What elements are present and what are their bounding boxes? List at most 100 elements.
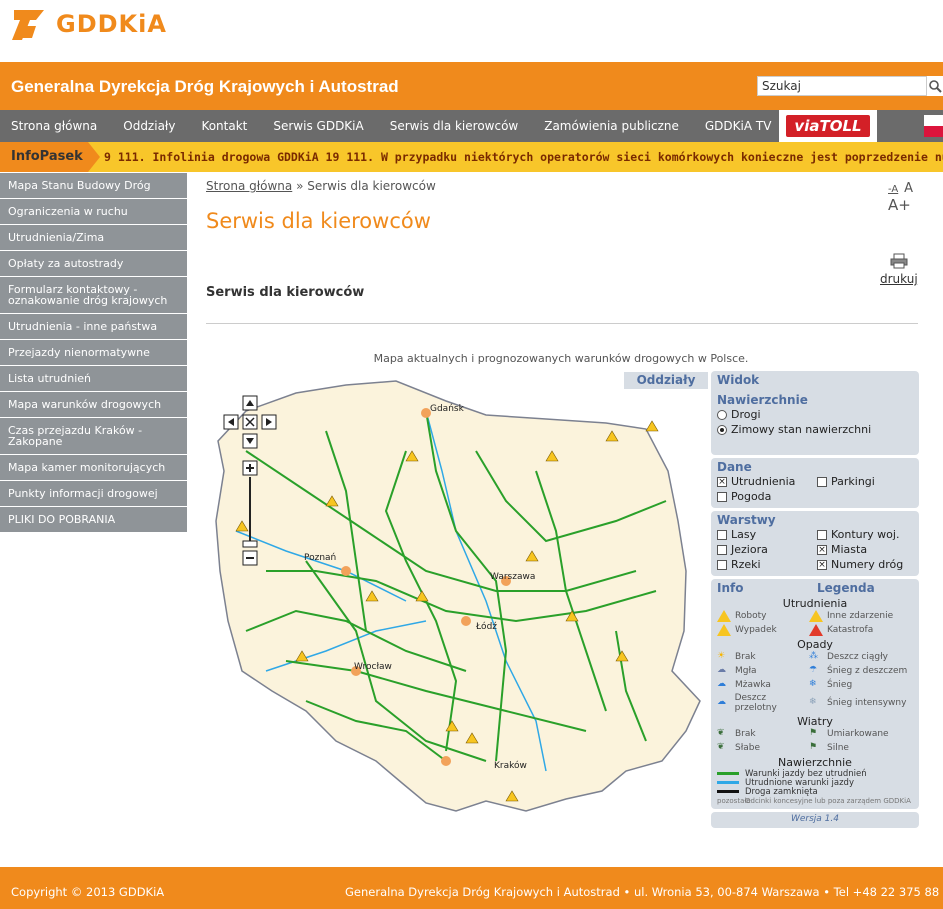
legend-surface-title: Nawierzchnie xyxy=(778,756,852,769)
city-wroclaw: Wrocław xyxy=(354,662,392,672)
sidebar-item-disruption-list[interactable]: Lista utrudnień xyxy=(0,366,187,392)
disaster-icon xyxy=(809,624,823,636)
search-button[interactable] xyxy=(927,76,943,96)
sidebar-item-other-countries[interactable]: Utrudnienia - inne państwa xyxy=(0,314,187,340)
nav-item-home[interactable]: Strona główna xyxy=(0,119,112,133)
viatoll-banner[interactable]: viaTOLL xyxy=(779,110,877,142)
legend-accident: Wypadek xyxy=(717,624,809,636)
legend-section: Info Legenda Utrudnienia Roboty Inne zda… xyxy=(711,579,919,809)
no-wind-icon: ❦ xyxy=(717,728,725,738)
sidebar-item-downloads[interactable]: PLIKI DO POBRANIA xyxy=(0,507,187,533)
info-ticker-label: InfoPasek xyxy=(0,142,100,172)
gddkia-logo[interactable]: GDDKiA xyxy=(10,6,167,42)
checkbox-road-numbers[interactable]: × Numery dróg xyxy=(817,557,917,572)
radio-roads[interactable]: Drogi xyxy=(717,407,913,422)
tab-view[interactable]: Widok xyxy=(717,373,913,387)
roadworks-icon xyxy=(717,610,731,622)
checkbox-lakes[interactable]: Jeziora xyxy=(717,542,817,557)
legend-rain: ⁂ Deszcz ciągły xyxy=(809,651,888,662)
version-box: Wersja 1.4 xyxy=(711,812,919,828)
legend-moderate-wind: ⚑ Umiarkowane xyxy=(809,728,889,739)
sun-icon: ☀ xyxy=(717,651,726,661)
legend-no-precip: ☀ Brak xyxy=(717,651,756,662)
drizzle-icon: ☁ xyxy=(717,679,726,689)
road-map[interactable]: Gdańsk Poznań Warszawa Łódź Wrocław Krak… xyxy=(206,371,708,851)
sleet-icon: ☂ xyxy=(809,665,818,675)
divider xyxy=(206,323,918,324)
view-section: Widok Nawierzchnie Drogi Zimowy stan naw… xyxy=(711,371,919,455)
city-gdansk: Gdańsk xyxy=(430,404,465,414)
nav-item-branches[interactable]: Oddziały xyxy=(112,119,190,133)
city-lodz: Łódź xyxy=(475,621,497,632)
legend-other-event: Inne zdarzenie xyxy=(809,610,913,622)
poland-outline xyxy=(215,380,701,812)
sidebar-item-krakow-zakopane[interactable]: Czas przejazdu Kraków - Zakopane xyxy=(0,418,187,455)
light-wind-icon: ❦ xyxy=(717,742,725,752)
poland-map[interactable]: Gdańsk Poznań Warszawa Łódź Wrocław Krak… xyxy=(206,371,708,851)
sidebar-item-construction-map[interactable]: Mapa Stanu Budowy Dróg xyxy=(0,173,187,199)
font-size-normal[interactable]: A xyxy=(904,181,913,196)
checkbox-rivers[interactable]: Rzeki xyxy=(717,557,817,572)
checkbox-cities[interactable]: × Miasta xyxy=(817,542,917,557)
sidebar-item-tolls[interactable]: Opłaty za autostrady xyxy=(0,251,187,277)
print-label: drukuj xyxy=(880,272,918,286)
legend-heavy-snow: ❄ Śnieg intensywny xyxy=(809,697,907,708)
font-size-controls: -A A A+ xyxy=(888,181,943,214)
sidebar-item-winter[interactable]: Utrudnienia/Zima xyxy=(0,225,187,251)
checkbox-parking[interactable]: Parkingi xyxy=(817,474,917,489)
rain-icon: ⁂ xyxy=(809,651,818,661)
print-button[interactable]: drukuj xyxy=(880,253,918,286)
font-size-small[interactable]: -A xyxy=(888,184,898,195)
footer-copyright: Copyright © 2013 GDDKiA xyxy=(11,885,165,899)
logo-text: GDDKiA xyxy=(56,10,167,38)
viatoll-logo: viaTOLL xyxy=(786,115,870,137)
heavy-snow-icon: ❄ xyxy=(809,697,817,707)
legend-fog: ☁ Mgła xyxy=(717,665,757,676)
logo-icon xyxy=(12,10,44,40)
font-size-large[interactable]: A+ xyxy=(888,196,911,214)
site-footer: Copyright © 2013 GDDKiA Generalna Dyrekc… xyxy=(0,867,943,909)
legend-road-closed: Droga zamknięta xyxy=(717,787,913,797)
legend-no-wind: ❦ Brak xyxy=(717,728,756,739)
legend-strong-wind: ⚑ Silne xyxy=(809,742,849,753)
legend-precipitation-title: Opady xyxy=(797,638,833,651)
nav-item-gddkia-service[interactable]: Serwis GDDKiA xyxy=(262,119,378,133)
checkbox-province-borders[interactable]: Kontury woj. xyxy=(817,527,917,542)
breadcrumb-home[interactable]: Strona główna xyxy=(206,179,292,193)
site-title: Generalna Dyrekcja Dróg Krajowych i Auto… xyxy=(11,77,399,96)
tab-info[interactable]: Info xyxy=(717,581,817,595)
radio-winter-surface[interactable]: Zimowy stan nawierzchni xyxy=(717,422,913,437)
polish-flag-icon[interactable] xyxy=(924,115,943,137)
legend-showers: ☁ Deszcz przelotny xyxy=(717,693,777,713)
sidebar-item-contact-form[interactable]: Formularz kontaktowy - oznakowanie dróg … xyxy=(0,277,187,314)
nav-item-public-procurement[interactable]: Zamówienia publiczne xyxy=(533,119,694,133)
legend-disaster: Katastrofa xyxy=(809,624,913,636)
legend-roadworks: Roboty xyxy=(717,610,809,622)
nav-item-contact[interactable]: Kontakt xyxy=(190,119,262,133)
checkbox-forests[interactable]: Lasy xyxy=(717,527,817,542)
sidebar-item-road-conditions-map[interactable]: Mapa warunków drogowych xyxy=(0,392,187,418)
search-input[interactable]: Szukaj xyxy=(757,76,927,96)
nav-item-drivers-service[interactable]: Serwis dla kierowców xyxy=(379,119,534,133)
checkbox-weather[interactable]: Pogoda xyxy=(717,489,817,504)
legend-drizzle: ☁ Mżawka xyxy=(717,679,771,690)
info-ticker: InfoPasek 9 111. Infolinia drogowa GDDKi… xyxy=(0,142,943,172)
layers-heading: Warstwy xyxy=(717,513,776,527)
nav-item-gddkia-tv[interactable]: GDDKiA TV xyxy=(694,119,787,133)
tab-legend[interactable]: Legenda xyxy=(817,581,917,595)
site-header: Generalna Dyrekcja Dróg Krajowych i Auto… xyxy=(0,62,943,110)
sidebar-item-camera-map[interactable]: Mapa kamer monitorujących xyxy=(0,455,187,481)
checkbox-disruptions[interactable]: × Utrudnienia xyxy=(717,474,817,489)
sidebar-item-oversize-transport[interactable]: Przejazdy nienormatywne xyxy=(0,340,187,366)
search-icon xyxy=(929,80,942,93)
layers-section: Warstwy Lasy Kontury woj. Jeziora × Miast… xyxy=(711,511,919,576)
data-heading: Dane xyxy=(717,460,752,474)
sidebar-item-info-points[interactable]: Punkty informacji drogowej xyxy=(0,481,187,507)
moderate-wind-icon: ⚑ xyxy=(809,728,818,738)
logo-bar: GDDKiA xyxy=(0,0,943,62)
fog-icon: ☁ xyxy=(717,665,726,675)
accident-icon xyxy=(717,624,731,636)
sidebar-item-traffic-restrictions[interactable]: Ograniczenia w ruchu xyxy=(0,199,187,225)
legend-other-sections: pozostałe Odcinki koncesyjne lub poza zar… xyxy=(717,796,911,805)
legend-light-wind: ❦ Słabe xyxy=(717,742,761,753)
